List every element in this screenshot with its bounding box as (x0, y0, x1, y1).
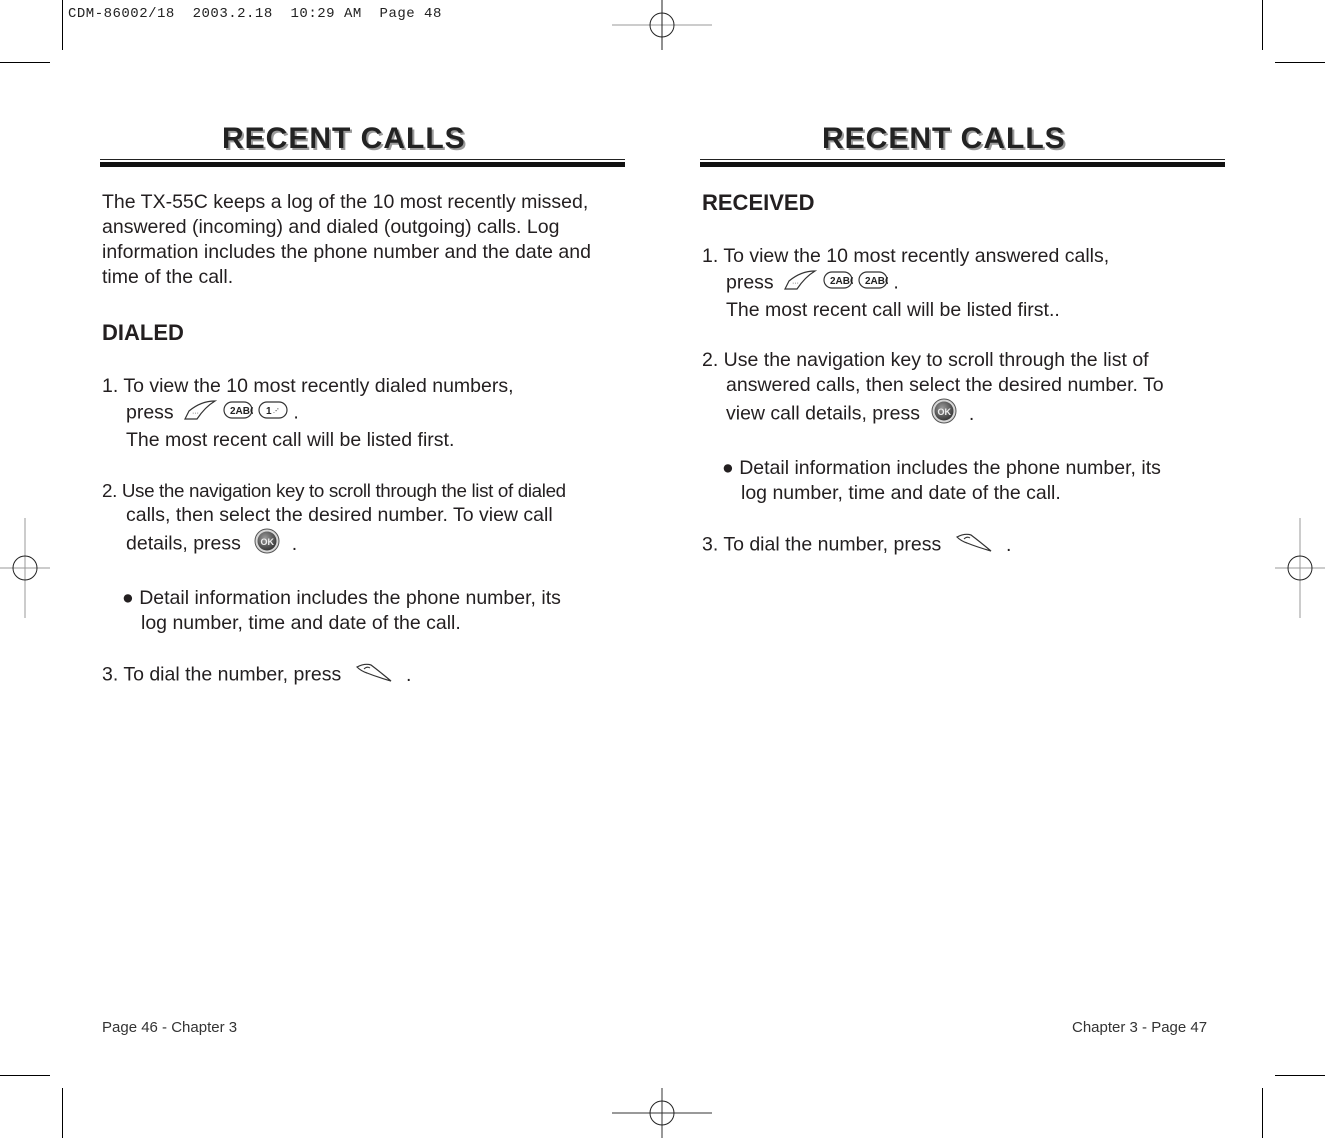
page-title: RECENT CALLS (822, 122, 1066, 155)
menu-key-icon: ··· (183, 399, 218, 428)
detail-bullet-cont: log number, time and date of the call. (741, 482, 1061, 504)
step-1-press-line: press ··· 2ABC 2ABC . (702, 269, 1232, 298)
svg-text:1: 1 (266, 406, 272, 417)
svg-text:···: ··· (792, 280, 799, 287)
detail-bullet-cont: log number, time and date of the call. (141, 612, 461, 634)
period: . (291, 532, 298, 555)
registration-target-right (1275, 518, 1325, 618)
title-rule-thin (100, 159, 625, 160)
title-rule-thick (700, 162, 1225, 167)
step-3-prefix: 3. To dial the number, press (102, 663, 342, 686)
crop-mark (1262, 0, 1263, 50)
crop-mark (62, 0, 63, 50)
period: . (406, 663, 412, 686)
period: . (893, 271, 899, 294)
detail-bullet: ● Detail information includes the phone … (702, 456, 1232, 481)
registration-target-bottom (612, 1088, 712, 1138)
registration-target-left (0, 518, 50, 618)
step-1-press-line: press ··· 2ABC 1.-' . (102, 399, 632, 428)
ok-key-icon: OK (931, 398, 957, 431)
svg-text:OK: OK (938, 407, 952, 417)
svg-text:2ABC: 2ABC (230, 406, 253, 417)
bullet-text: Detail information includes the phone nu… (139, 587, 561, 609)
intro-line: answered (incoming) and dialed (outgoing… (102, 216, 560, 238)
section-heading-received: RECEIVED (702, 190, 815, 215)
step-3-prefix: 3. To dial the number, press (702, 533, 942, 556)
svg-text:2ABC: 2ABC (865, 276, 888, 287)
page-footer: Chapter 3 - Page 47 (1072, 1019, 1208, 1036)
step-2-prefix: details, press (126, 532, 241, 555)
key-1-icon: 1 .-' (258, 400, 288, 427)
step-3-line: 3. To dial the number, press . (702, 531, 1232, 560)
step-1-line: 1. To view the 10 most recently answered… (702, 245, 1110, 267)
key-2-abc-icon: 2ABC (822, 270, 857, 297)
period: . (1006, 533, 1012, 556)
intro-line: time of the call. (102, 266, 234, 288)
crop-mark (62, 1088, 63, 1138)
svg-text:OK: OK (261, 537, 275, 547)
crop-mark (1275, 62, 1325, 63)
svg-text:2ABC: 2ABC (830, 276, 853, 287)
print-slug: CDM-86002/18 2003.2.18 10:29 AM Page 48 (68, 6, 442, 22)
step-2-line: answered calls, then select the desired … (726, 374, 1164, 396)
press-label: press (126, 401, 174, 424)
step-2-press-line: view call details, press OK . (702, 398, 1232, 431)
crop-mark (0, 1075, 50, 1076)
press-label: press (726, 271, 774, 294)
key-2-abc-icon: 2ABC (858, 270, 892, 297)
crop-mark (0, 62, 50, 63)
title-rule-thick (100, 162, 625, 167)
step-1-note: The most recent call will be listed firs… (126, 429, 455, 451)
step-1-line: 1. To view the 10 most recently dialed n… (102, 375, 514, 397)
step-2-press-line: details, press OK . (102, 528, 632, 561)
step-2-prefix: view call details, press (726, 402, 920, 425)
period: . (293, 401, 299, 424)
send-key-icon (955, 531, 995, 560)
received-steps: 1. To view the 10 most recently answered… (702, 244, 1232, 560)
section-heading-dialed: DIALED (102, 320, 184, 345)
intro-line: The TX-55C keeps a log of the 10 most re… (102, 191, 589, 213)
page-footer: Page 46 - Chapter 3 (102, 1019, 238, 1036)
crop-mark (1262, 1088, 1263, 1138)
svg-text:···: ··· (192, 410, 199, 417)
dialed-steps: 1. To view the 10 most recently dialed n… (102, 374, 632, 690)
step-2-line: 2. Use the navigation key to scroll thro… (702, 349, 1149, 371)
ok-key-icon: OK (254, 528, 280, 561)
svg-text:.-': .-' (273, 408, 279, 415)
step-1-note: The most recent call will be listed firs… (726, 299, 1060, 321)
detail-bullet: ● Detail information includes the phone … (102, 586, 632, 611)
crop-mark (1275, 1075, 1325, 1076)
page-title: RECENT CALLS (222, 122, 466, 155)
step-2-line: calls, then select the desired number. T… (126, 504, 553, 526)
menu-key-icon: ··· (783, 269, 818, 298)
send-key-icon (355, 661, 395, 690)
title-rule-thin (700, 159, 1225, 160)
period: . (968, 402, 975, 425)
step-3-line: 3. To dial the number, press . (102, 661, 632, 690)
bullet-dot: ● (122, 587, 134, 609)
registration-target-top (612, 0, 712, 50)
intro-line: information includes the phone number an… (102, 241, 591, 263)
bullet-text: Detail information includes the phone nu… (739, 457, 1161, 479)
bullet-dot: ● (722, 457, 734, 479)
intro-paragraph: The TX-55C keeps a log of the 10 most re… (102, 190, 632, 290)
key-2-abc-icon: 2ABC (222, 400, 257, 427)
step-2-line: 2. Use the navigation key to scroll thro… (102, 480, 566, 501)
